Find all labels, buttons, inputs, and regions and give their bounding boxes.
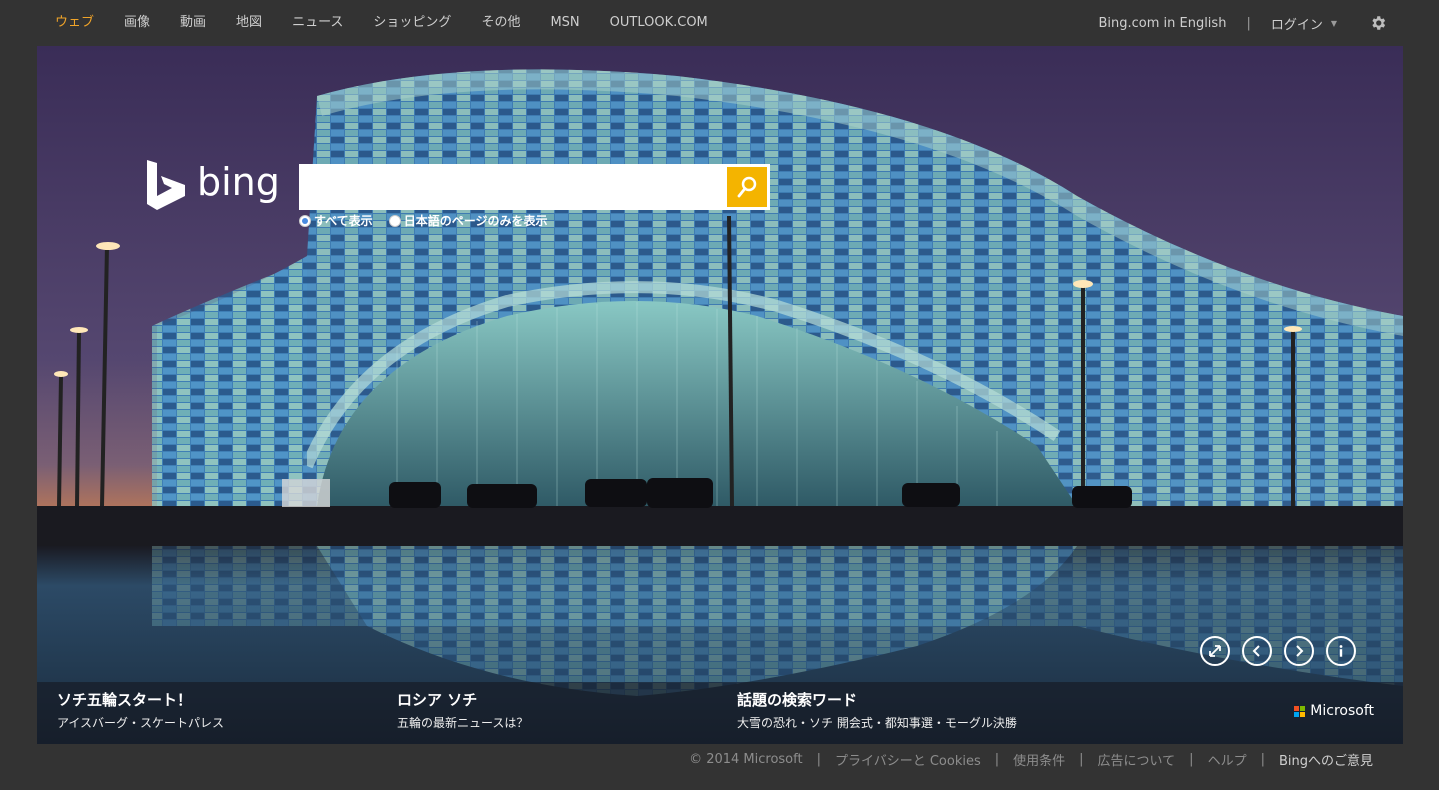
nav-outlook[interactable]: OUTLOOK.COM — [610, 0, 708, 46]
nav-maps[interactable]: 地図 — [236, 0, 262, 46]
search-button[interactable] — [727, 167, 767, 207]
search-scope-options: すべて表示 日本語のページのみを表示 — [299, 212, 563, 229]
expand-button[interactable] — [1200, 636, 1230, 666]
nav-images[interactable]: 画像 — [124, 0, 150, 46]
feedback-link[interactable]: Bingへのご意見 — [1279, 750, 1373, 769]
hotspot-title: ロシア ソチ — [397, 691, 478, 709]
advertising-link[interactable]: 広告について — [1098, 750, 1176, 769]
nav-videos[interactable]: 動画 — [180, 0, 206, 46]
bing-logo-icon — [147, 160, 185, 210]
privacy-link[interactable]: プライバシーと Cookies — [835, 750, 981, 769]
bing-logo[interactable]: bing — [145, 158, 280, 210]
footer-separator: | — [1260, 751, 1265, 767]
bing-wordmark: bing — [197, 160, 280, 204]
footer-separator: | — [1189, 751, 1194, 767]
radio-all[interactable]: すべて表示 — [299, 212, 373, 229]
hotspot-subtitle: 五輪の最新ニュースは？ — [397, 716, 529, 730]
hotspot-card[interactable]: ロシア ソチ 五輪の最新ニュースは？ — [397, 690, 528, 733]
login-link[interactable]: ログイン — [1271, 14, 1323, 33]
next-button[interactable] — [1284, 636, 1314, 666]
footer-separator: | — [1079, 751, 1084, 767]
nav-right: Bing.com in English | ログイン ▼ — [1098, 0, 1387, 46]
radio-japanese-only[interactable]: 日本語のページのみを表示 — [388, 212, 548, 229]
hotspot-card[interactable]: ソチ五輪スタート！ アイスバーグ・スケートパレス — [57, 690, 224, 733]
search-input[interactable] — [302, 167, 727, 207]
next-icon — [1296, 645, 1304, 657]
copyright: © 2014 Microsoft — [689, 751, 803, 767]
radio-all-label: すべて表示 — [314, 214, 373, 228]
nav-news[interactable]: ニュース — [292, 0, 343, 46]
help-link[interactable]: ヘルプ — [1208, 750, 1247, 769]
hotspot-title: ソチ五輪スタート！ — [57, 691, 193, 709]
hotspot-title: 話題の検索ワード — [737, 691, 858, 709]
previous-icon — [1252, 645, 1260, 657]
top-navigation: ウェブ 画像 動画 地図 ニュース ショッピング その他 MSN OUTLOOK… — [0, 0, 1439, 46]
hotspot-subtitle: アイスバーグ・スケートパレス — [57, 716, 225, 730]
search-icon — [737, 176, 757, 198]
radio-all-dot[interactable] — [299, 214, 311, 227]
nav-separator: | — [1246, 15, 1251, 31]
nav-web[interactable]: ウェブ — [55, 0, 94, 46]
english-link[interactable]: Bing.com in English — [1098, 16, 1226, 31]
hotspot-strip: ソチ五輪スタート！ アイスバーグ・スケートパレス ロシア ソチ 五輪の最新ニュー… — [37, 682, 1403, 744]
hotspot-card[interactable]: 話題の検索ワード 大雪の恐れ・ソチ 開会式・都知事選・モーグル決勝 — [737, 690, 1017, 733]
search-box — [299, 164, 770, 210]
nav-links: ウェブ 画像 動画 地図 ニュース ショッピング その他 MSN OUTLOOK… — [0, 0, 738, 46]
microsoft-logo-icon — [1294, 705, 1306, 717]
radio-japanese-label: 日本語のページのみを表示 — [403, 214, 548, 228]
footer-links: © 2014 Microsoft | プライバシーと Cookies | 使用条… — [689, 749, 1373, 769]
hotspot-subtitle: 大雪の恐れ・ソチ 開会式・都知事選・モーグル決勝 — [737, 716, 1017, 730]
nav-more[interactable]: その他 — [481, 0, 520, 46]
microsoft-brand[interactable]: Microsoft — [1294, 703, 1374, 719]
gear-icon[interactable] — [1369, 14, 1387, 32]
nav-shopping[interactable]: ショッピング — [373, 0, 451, 46]
nav-msn[interactable]: MSN — [550, 0, 579, 46]
radio-japanese-dot[interactable] — [388, 214, 401, 227]
info-button[interactable] — [1326, 636, 1356, 666]
terms-link[interactable]: 使用条件 — [1013, 750, 1065, 769]
expand-icon — [1209, 645, 1221, 657]
previous-button[interactable] — [1242, 636, 1272, 666]
image-controls — [1200, 636, 1356, 666]
info-icon — [1339, 645, 1343, 657]
hero-image: bing すべて表示 日本語のページのみを表示 ソチ五輪スタート！ アイスバーグ… — [37, 46, 1403, 744]
microsoft-label: Microsoft — [1310, 703, 1374, 719]
footer-separator: | — [816, 751, 821, 767]
chevron-down-icon[interactable]: ▼ — [1331, 19, 1337, 28]
background-photo — [37, 46, 1403, 744]
footer-separator: | — [994, 751, 1000, 767]
